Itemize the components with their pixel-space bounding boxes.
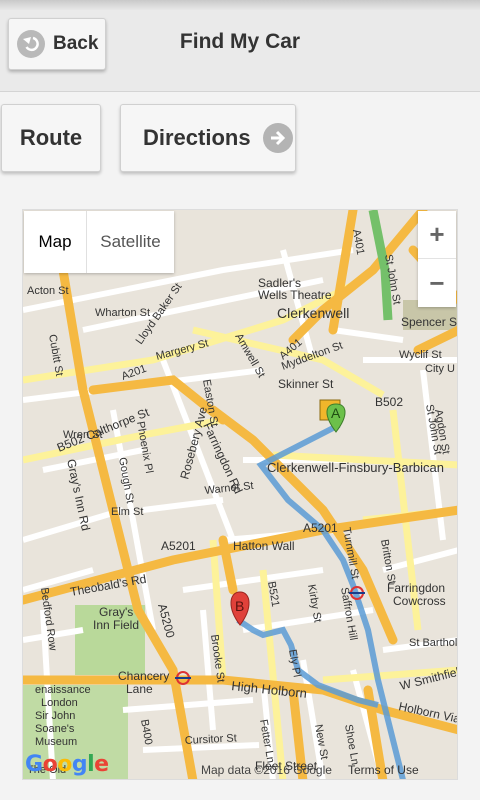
top-bar: Back Find My Car (0, 0, 480, 92)
map-label-wren: Wren St (63, 429, 103, 441)
map-canvas: Sadler's Wells Theatre Clerkenwell Spenc… (23, 210, 458, 779)
map-data-credit: Map data ©2016 Google (201, 763, 332, 777)
map-label-chancery-1: Chancery (118, 669, 169, 683)
map-label-soane-5: Museum (35, 736, 77, 748)
zoom-control: + − (418, 211, 456, 307)
map-label-cubitt: Cubitt St (46, 333, 65, 377)
terms-of-use-link[interactable]: Terms of Use (348, 763, 419, 777)
map-label-a5201: A5201 (161, 539, 196, 553)
map-type-satellite[interactable]: Satellite (86, 211, 174, 273)
map-label-turnmill: Turnmill St (340, 526, 361, 579)
map-label-skinner: Skinner St (278, 377, 334, 391)
map-label-cowcross: Cowcross (393, 594, 446, 608)
map-label-a5200: A5200 (155, 602, 178, 639)
map-label-wharton: Wharton St (95, 307, 150, 319)
map-label-soane-1: enaissance (35, 684, 91, 696)
map-label-w-smithfield: W Smithfield (398, 663, 458, 693)
map-label-b502: B502 (375, 395, 403, 409)
map-label-high-holborn: High Holborn (231, 678, 308, 701)
map-label-spencer: Spencer St (401, 315, 458, 329)
map-label-soane-4: Soane's (35, 723, 75, 735)
map-type-control: Map Satellite (24, 211, 174, 273)
page-title: Find My Car (179, 30, 301, 53)
map-label-ely: Ely Pl (286, 648, 303, 678)
marker-b-label: B (235, 598, 244, 614)
map-label-elm: Elm St (111, 506, 143, 518)
map-attribution: Map data ©2016 Google Terms of Use (201, 763, 419, 777)
map-label-city-uni: City U (425, 363, 455, 375)
map-label-britton: Britton St (378, 538, 398, 585)
map-label-chancery-2: Lane (126, 682, 153, 696)
zoom-out-button[interactable]: − (418, 259, 456, 307)
map-label-barbican: Clerkenwell-Finsbury-Barbican (267, 460, 444, 475)
google-logo: Google (25, 752, 109, 777)
directions-label: Directions (143, 125, 251, 150)
route-button[interactable]: Route (1, 104, 101, 172)
directions-button[interactable]: Directions (120, 104, 296, 172)
map-label-grays-2: Inn Field (93, 618, 139, 632)
marker-a[interactable]: A (319, 399, 346, 433)
map-label-margery: Margery St (155, 337, 210, 363)
route-label: Route (19, 125, 83, 150)
map-type-map[interactable]: Map (24, 211, 86, 273)
zoom-in-button[interactable]: + (418, 211, 456, 259)
map-label-phoenix: Phoenix Pl (134, 420, 155, 474)
marker-a-label: A (331, 405, 341, 421)
map-label-soane-2: London (41, 697, 78, 709)
map-label-acton: Acton St (27, 285, 69, 297)
map-label-wells-2: Wells Theatre (258, 288, 332, 302)
map-label-a5201-2: A5201 (303, 521, 338, 535)
map-label-b400: B400 (138, 718, 154, 745)
map-label-hatton: Hatton Wall (233, 539, 295, 553)
marker-b[interactable]: B (230, 591, 250, 626)
map-label-grays-inn-rd: Gray's Inn Rd (64, 458, 93, 532)
map-label-gough: Gough St (116, 456, 136, 504)
map-label-shoe: Shoe Ln (342, 723, 361, 765)
map-label-st-barth: St Bartholo (409, 637, 458, 649)
map-label-soane-3: Sir John (35, 710, 75, 722)
arrow-right-icon (262, 123, 293, 153)
map-view[interactable]: Sadler's Wells Theatre Clerkenwell Spenc… (22, 209, 458, 780)
map-label-fetter: Fetter Ln (257, 718, 276, 763)
map-label-clerkenwell: Clerkenwell (277, 305, 349, 321)
map-label-wyclif: Wyclif St (399, 349, 442, 361)
map-label-grays-1: Gray's (99, 605, 133, 619)
